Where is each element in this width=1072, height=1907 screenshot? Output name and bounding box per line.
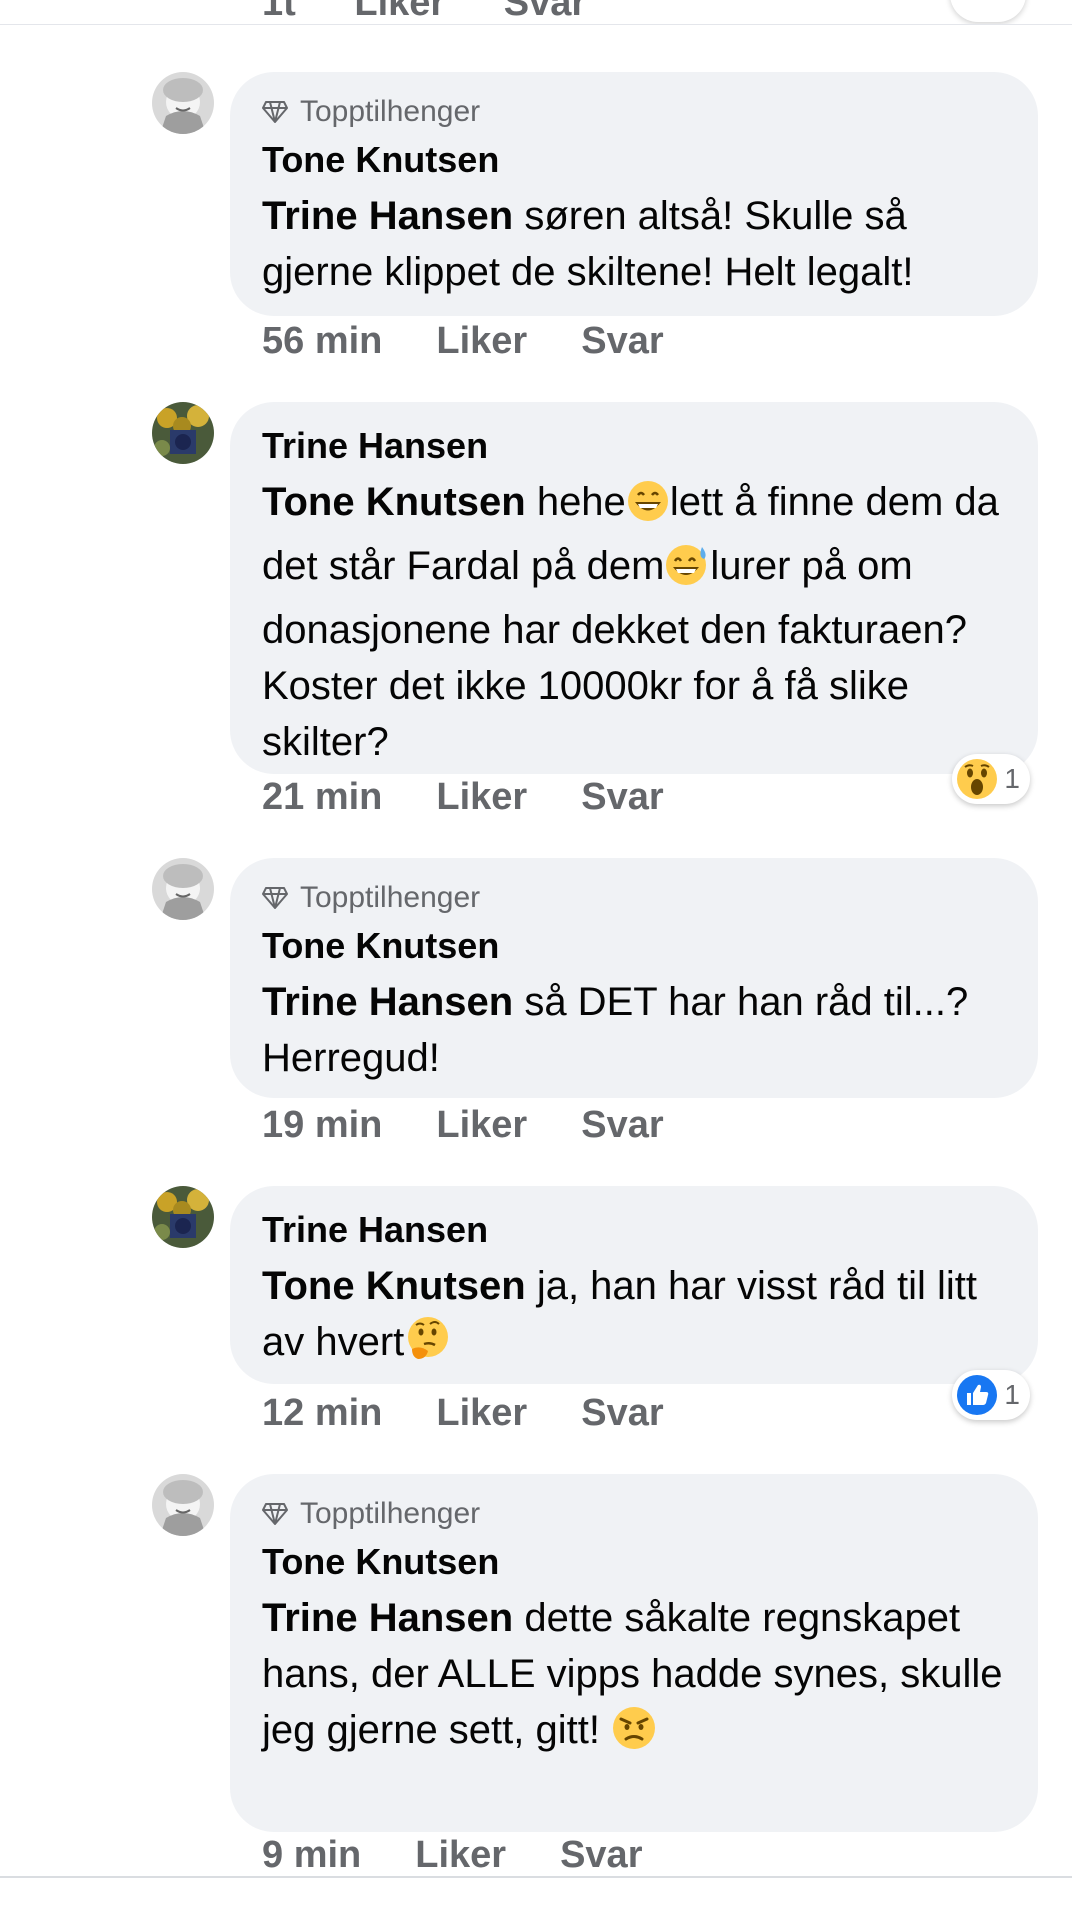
trine-avatar-icon (152, 1186, 214, 1248)
comment-author[interactable]: Tone Knutsen (262, 138, 1008, 182)
like-link[interactable]: Liker (436, 320, 527, 363)
reply-link[interactable]: Svar (504, 0, 586, 24)
comment-time[interactable]: 56 min (262, 320, 382, 363)
badge-label: Topptilhenger (300, 1497, 481, 1530)
reaction-count: 1 (1004, 1379, 1020, 1410)
badge-label: Topptilhenger (300, 881, 481, 914)
like-reaction-icon (956, 1374, 998, 1416)
comment-actions: 19 min Liker Svar (262, 1104, 664, 1147)
like-link[interactable]: Liker (436, 1104, 527, 1147)
grinning-face-icon (626, 479, 670, 538)
comment-actions: 21 min Liker Svar (262, 776, 664, 819)
comment-bubble[interactable]: Trine Hansen Tone Knutsen ja, han har vi… (230, 1186, 1038, 1384)
tone-avatar-icon (152, 72, 214, 134)
thinking-face-icon (404, 1315, 452, 1378)
comment-text: Tone Knutsen ja, han har visst råd til l… (262, 1258, 1008, 1378)
reply-link[interactable]: Svar (581, 1104, 663, 1147)
avatar[interactable] (152, 1186, 214, 1248)
divider (0, 1876, 1072, 1878)
comment-bubble[interactable]: Topptilhenger Tone Knutsen Trine Hansen … (230, 858, 1038, 1098)
like-link[interactable]: Liker (415, 1834, 506, 1877)
comment-author[interactable]: Trine Hansen (262, 1208, 1008, 1252)
reaction-summary[interactable]: 1 (952, 1370, 1030, 1420)
comment-bubble[interactable]: Trine Hansen Tone Knutsen hehe lett å fin… (230, 402, 1038, 774)
tone-avatar-icon (152, 858, 214, 920)
comment-text: Tone Knutsen hehe lett å finne dem da det… (262, 474, 1008, 770)
reply-link[interactable]: Svar (560, 1834, 642, 1877)
mention-link[interactable]: Tone Knutsen (262, 480, 526, 524)
comment-author[interactable]: Tone Knutsen (262, 1540, 1008, 1584)
reply-link[interactable]: Svar (581, 1392, 663, 1435)
diamond-icon (262, 101, 288, 123)
comment-time: 1t (262, 0, 296, 24)
diamond-icon (262, 1503, 288, 1525)
reaction-count: 1 (1004, 763, 1020, 794)
diamond-icon (262, 887, 288, 909)
comment-bubble[interactable]: Topptilhenger Tone Knutsen Trine Hansen … (230, 72, 1038, 316)
comment-time[interactable]: 9 min (262, 1834, 361, 1877)
comment-author[interactable]: Tone Knutsen (262, 924, 1008, 968)
like-link[interactable]: Liker (436, 776, 527, 819)
comment-actions: 12 min Liker Svar (262, 1392, 664, 1435)
trine-avatar-icon (152, 402, 214, 464)
comment-text: Trine Hansen så DET har han råd til...? … (262, 974, 1008, 1086)
like-link[interactable]: Liker (436, 1392, 527, 1435)
angry-face-icon (611, 1705, 657, 1766)
top-fan-badge: Topptilhenger (262, 1496, 1008, 1532)
comment-text: Trine Hansen dette såkalte regnskapet ha… (262, 1590, 1008, 1766)
badge-label: Topptilhenger (300, 95, 481, 128)
mention-link[interactable]: Trine Hansen (262, 194, 513, 238)
previous-comment-footer: 1t Liker Svar (0, 0, 1072, 25)
reaction-summary[interactable] (950, 0, 1026, 22)
mention-link[interactable]: Trine Hansen (262, 980, 513, 1024)
tone-avatar-icon (152, 1474, 214, 1536)
top-fan-badge: Topptilhenger (262, 880, 1008, 916)
avatar[interactable] (152, 858, 214, 920)
avatar[interactable] (152, 72, 214, 134)
mention-link[interactable]: Trine Hansen (262, 1596, 513, 1640)
mention-link[interactable]: Tone Knutsen (262, 1264, 526, 1308)
comment-bubble[interactable]: Topptilhenger Tone Knutsen Trine Hansen … (230, 1474, 1038, 1832)
comment-time[interactable]: 19 min (262, 1104, 382, 1147)
comment-actions: 9 min Liker Svar (262, 1834, 642, 1877)
reply-link[interactable]: Svar (581, 320, 663, 363)
avatar[interactable] (152, 1474, 214, 1536)
grinning-sweat-face-icon (664, 543, 710, 602)
reaction-summary[interactable]: 1 (952, 754, 1030, 804)
avatar[interactable] (152, 402, 214, 464)
comment-author[interactable]: Trine Hansen (262, 424, 1008, 468)
wow-reaction-icon (956, 758, 998, 800)
previous-comment-meta: 1t Liker Svar (262, 0, 634, 24)
comment-text: Trine Hansen søren altså! Skulle så gjer… (262, 188, 1008, 300)
comment-time[interactable]: 21 min (262, 776, 382, 819)
comment-body: hehe (525, 480, 626, 524)
comment-actions: 56 min Liker Svar (262, 320, 664, 363)
comment-time[interactable]: 12 min (262, 1392, 382, 1435)
reply-link[interactable]: Svar (581, 776, 663, 819)
top-fan-badge: Topptilhenger (262, 94, 1008, 130)
like-link[interactable]: Liker (354, 0, 445, 24)
